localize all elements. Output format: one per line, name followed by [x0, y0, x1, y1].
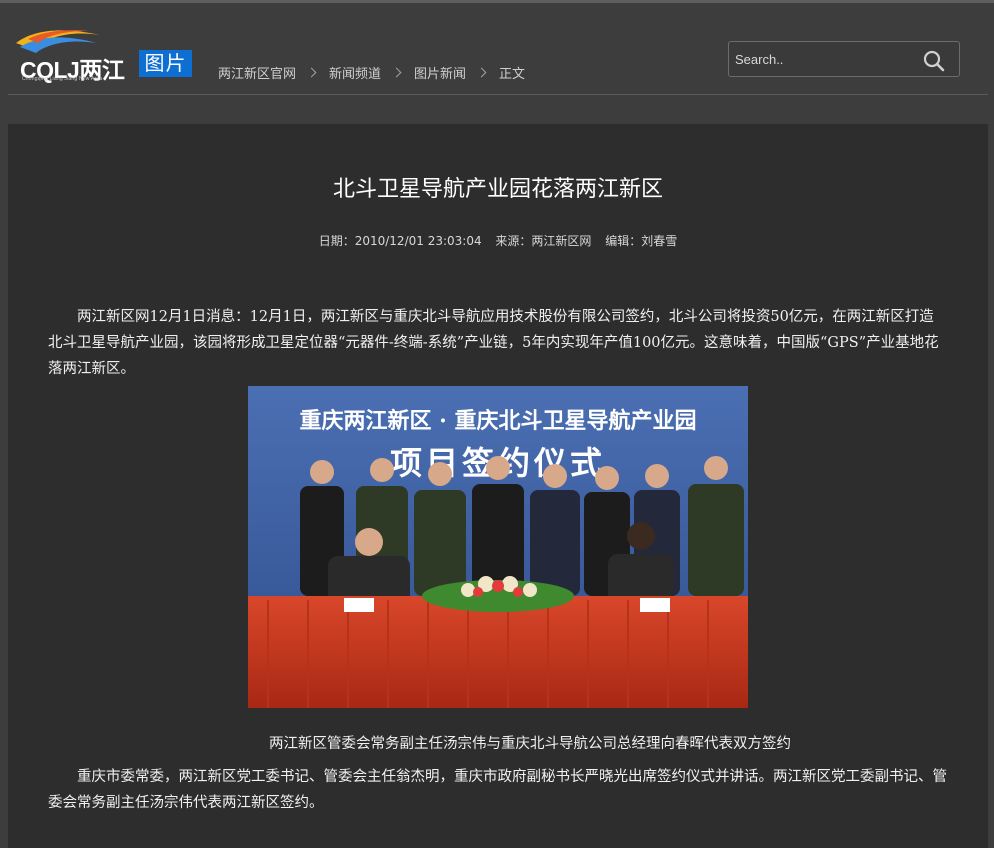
article-paragraph: 重庆市委常委，两江新区党工委书记、管委会主任翁杰明，重庆市政府副秘书长严晓光出席…	[48, 769, 947, 811]
article-editor: 编辑：刘春雪	[605, 234, 678, 248]
breadcrumb-photo-news-link[interactable]: 图片新闻	[414, 63, 466, 82]
search-icon	[923, 50, 945, 72]
signing-ceremony-photo: 重庆两江新区 · 重庆北斗卫星导航产业园 项目签约仪式	[248, 386, 748, 708]
site-logo[interactable]: CQLJ两江 Chongqing Liang Jiang New Area 图片	[14, 27, 194, 83]
search-box	[728, 41, 960, 77]
breadcrumb: 两江新区官网 新闻频道 图片新闻 正文	[218, 63, 525, 82]
chevron-right-icon	[306, 67, 317, 78]
article-meta: 日期：2010/12/01 23:03:04 来源：两江新区网 编辑：刘春雪	[8, 232, 988, 249]
chevron-right-icon	[391, 67, 402, 78]
article-photo: 重庆两江新区 · 重庆北斗卫星导航产业园 项目签约仪式	[248, 386, 748, 708]
logo-section-tag: 图片	[139, 50, 192, 77]
article-date: 日期：2010/12/01 23:03:04	[318, 234, 482, 248]
search-button[interactable]	[923, 50, 945, 72]
header-divider	[8, 94, 988, 95]
photo-banner-line1: 重庆两江新区 · 重庆北斗卫星导航产业园	[300, 408, 697, 434]
article: 北斗卫星导航产业园花落两江新区 日期：2010/12/01 23:03:04 来…	[8, 124, 988, 848]
search-input[interactable]	[735, 50, 915, 68]
article-paragraph: 两江新区网12月1日消息：12月1日，两江新区与重庆北斗导航应用技术股份有限公司…	[48, 309, 939, 377]
site-header: CQLJ两江 Chongqing Liang Jiang New Area 图片…	[0, 3, 994, 95]
photo-caption: 两江新区管委会常务副主任汤宗伟与重庆北斗导航公司总经理向春晖代表双方签约	[269, 736, 791, 752]
breadcrumb-news-link[interactable]: 新闻频道	[329, 63, 381, 82]
article-source: 来源：两江新区网	[495, 234, 592, 248]
breadcrumb-home-link[interactable]: 两江新区官网	[218, 63, 296, 82]
chevron-right-icon	[476, 67, 487, 78]
breadcrumb-current: 正文	[499, 67, 526, 82]
logo-subtitle: Chongqing Liang Jiang New Area	[22, 76, 103, 82]
article-title: 北斗卫星导航产业园花落两江新区	[332, 177, 663, 202]
